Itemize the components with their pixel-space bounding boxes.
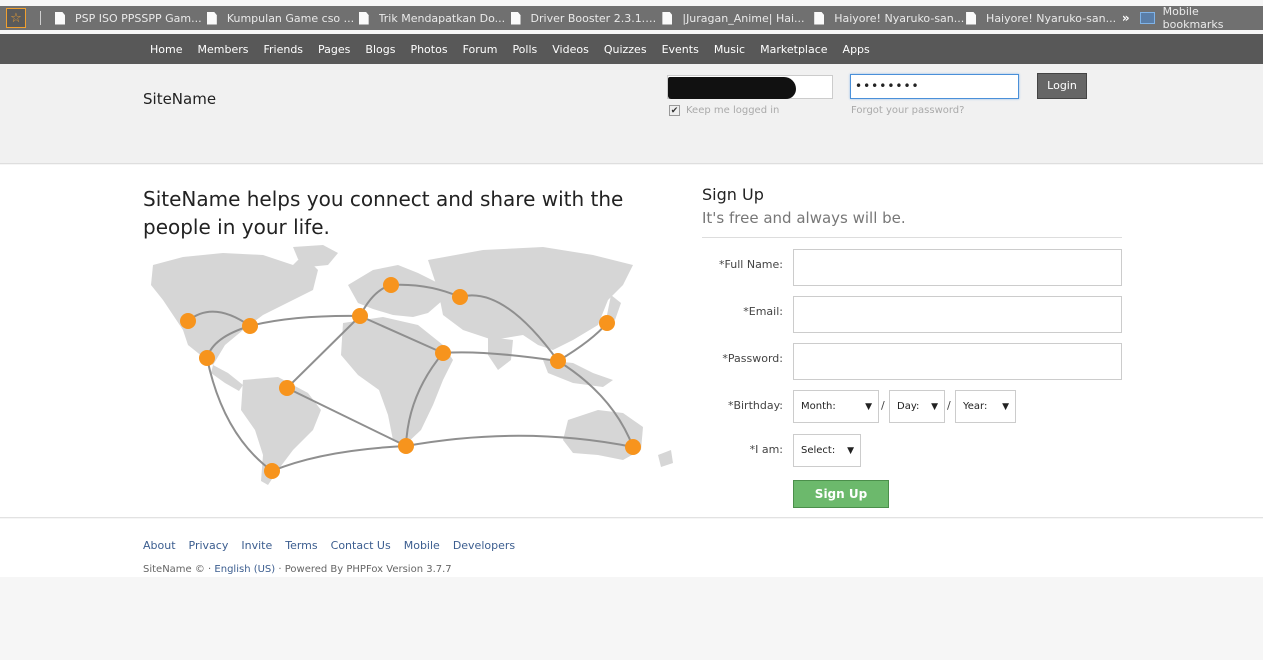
- redacted-scribble: [668, 77, 796, 99]
- map-pin: [279, 380, 295, 396]
- main-nav-bar: Home Members Friends Pages Blogs Photos …: [0, 34, 1263, 64]
- main-content: SiteName helps you connect and share wit…: [0, 165, 1263, 518]
- site-footer: About Privacy Invite Terms Contact Us Mo…: [0, 519, 1263, 577]
- map-pin: [398, 438, 414, 454]
- birthday-day-select[interactable]: Day: ▼: [889, 390, 945, 423]
- nav-blogs[interactable]: Blogs: [365, 43, 395, 56]
- map-pin: [599, 315, 615, 331]
- birthday-label: *Birthday:: [727, 399, 783, 412]
- nav-apps[interactable]: Apps: [843, 43, 870, 56]
- email-input[interactable]: [793, 296, 1122, 333]
- document-icon: [510, 11, 521, 25]
- forgot-password-link[interactable]: Forgot your password?: [851, 105, 964, 116]
- dropdown-arrow-icon: ▼: [865, 401, 872, 412]
- map-pin: [180, 313, 196, 329]
- folder-icon: [1139, 12, 1155, 24]
- map-pin: [383, 277, 399, 293]
- document-icon: [358, 11, 369, 25]
- footer-link-about[interactable]: About: [143, 539, 176, 552]
- bookmark-item[interactable]: Kumpulan Game cso ...: [206, 11, 359, 25]
- site-header: SiteName ✔ Keep me logged in •••••••• Fo…: [0, 64, 1263, 164]
- more-bookmarks-chevron-icon[interactable]: »: [1122, 11, 1130, 25]
- signup-title: Sign Up: [702, 185, 764, 204]
- document-icon: [814, 11, 825, 25]
- document-icon: [54, 11, 65, 25]
- map-pin: [435, 345, 451, 361]
- nav-pages[interactable]: Pages: [318, 43, 350, 56]
- nav-polls[interactable]: Polls: [512, 43, 537, 56]
- dropdown-arrow-icon: ▼: [931, 401, 938, 412]
- bookmarks-bar: ☆ PSP ISO PPSSPP Gam... Kumpulan Game cs…: [0, 5, 1263, 31]
- map-pin: [199, 350, 215, 366]
- birthday-year-select[interactable]: Year: ▼: [955, 390, 1016, 423]
- email-label: *Email:: [743, 305, 783, 318]
- keep-logged-in[interactable]: ✔ Keep me logged in: [669, 105, 779, 116]
- star-icon[interactable]: ☆: [6, 8, 26, 28]
- footer-link-contact[interactable]: Contact Us: [331, 539, 391, 552]
- birthday-month-select[interactable]: Month: ▼: [793, 390, 879, 423]
- nav-members[interactable]: Members: [197, 43, 248, 56]
- nav-marketplace[interactable]: Marketplace: [760, 43, 827, 56]
- map-pin: [242, 318, 258, 334]
- password-input[interactable]: [793, 343, 1122, 380]
- nav-forum[interactable]: Forum: [463, 43, 498, 56]
- full-name-input[interactable]: [793, 249, 1122, 286]
- birthday-separator: /: [947, 399, 951, 412]
- bookmark-item[interactable]: Driver Booster 2.3.1.0...: [510, 11, 662, 25]
- login-button[interactable]: Login: [1037, 73, 1087, 99]
- signup-divider: [702, 237, 1122, 238]
- gender-label: *I am:: [749, 443, 783, 456]
- footer-link-privacy[interactable]: Privacy: [189, 539, 229, 552]
- bookmarks-divider: [39, 11, 41, 25]
- map-pin: [452, 289, 468, 305]
- footer-link-mobile[interactable]: Mobile: [404, 539, 440, 552]
- bookmark-item[interactable]: Haiyore! Nyaruko-san...: [814, 11, 966, 25]
- mobile-bookmarks-folder[interactable]: Mobile bookmarks: [1139, 5, 1263, 31]
- dropdown-arrow-icon: ▼: [1002, 401, 1009, 412]
- footer-copyright: SiteName © · English (US) · Powered By P…: [143, 564, 452, 575]
- full-name-label: *Full Name:: [719, 258, 783, 271]
- site-logo[interactable]: SiteName: [143, 90, 216, 108]
- nav-home[interactable]: Home: [150, 43, 182, 56]
- document-icon: [662, 11, 673, 25]
- bookmark-item[interactable]: |Juragan_Anime| Hai...: [662, 11, 814, 25]
- signup-subtitle: It's free and always will be.: [702, 209, 906, 227]
- nav-videos[interactable]: Videos: [552, 43, 589, 56]
- language-selector[interactable]: English (US): [214, 564, 275, 575]
- map-pin: [625, 439, 641, 455]
- keep-logged-in-checkbox[interactable]: ✔: [669, 105, 680, 116]
- document-icon: [206, 11, 217, 25]
- map-pin: [352, 308, 368, 324]
- nav-quizzes[interactable]: Quizzes: [604, 43, 647, 56]
- site-tagline: SiteName helps you connect and share wit…: [143, 187, 624, 239]
- nav-friends[interactable]: Friends: [263, 43, 303, 56]
- bookmark-item[interactable]: Haiyore! Nyaruko-san...: [966, 11, 1118, 25]
- signup-button[interactable]: Sign Up: [793, 480, 889, 508]
- world-map-illustration: [151, 245, 673, 485]
- footer-links: About Privacy Invite Terms Contact Us Mo…: [143, 539, 528, 552]
- map-pin: [264, 463, 280, 479]
- gender-select[interactable]: Select: ▼: [793, 434, 861, 467]
- login-password-input[interactable]: ••••••••: [850, 74, 1019, 99]
- document-icon: [966, 11, 977, 25]
- bookmark-item[interactable]: Trik Mendapatkan Do...: [358, 11, 511, 25]
- bookmark-item[interactable]: PSP ISO PPSSPP Gam...: [54, 11, 207, 25]
- nav-photos[interactable]: Photos: [410, 43, 447, 56]
- login-email-input[interactable]: [667, 75, 833, 99]
- footer-link-developers[interactable]: Developers: [453, 539, 515, 552]
- nav-music[interactable]: Music: [714, 43, 745, 56]
- dropdown-arrow-icon: ▼: [847, 445, 854, 456]
- footer-link-invite[interactable]: Invite: [241, 539, 272, 552]
- map-pin: [550, 353, 566, 369]
- password-label: *Password:: [722, 352, 783, 365]
- birthday-separator: /: [881, 399, 885, 412]
- nav-events[interactable]: Events: [662, 43, 699, 56]
- main-nav: Home Members Friends Pages Blogs Photos …: [150, 34, 885, 64]
- footer-link-terms[interactable]: Terms: [285, 539, 317, 552]
